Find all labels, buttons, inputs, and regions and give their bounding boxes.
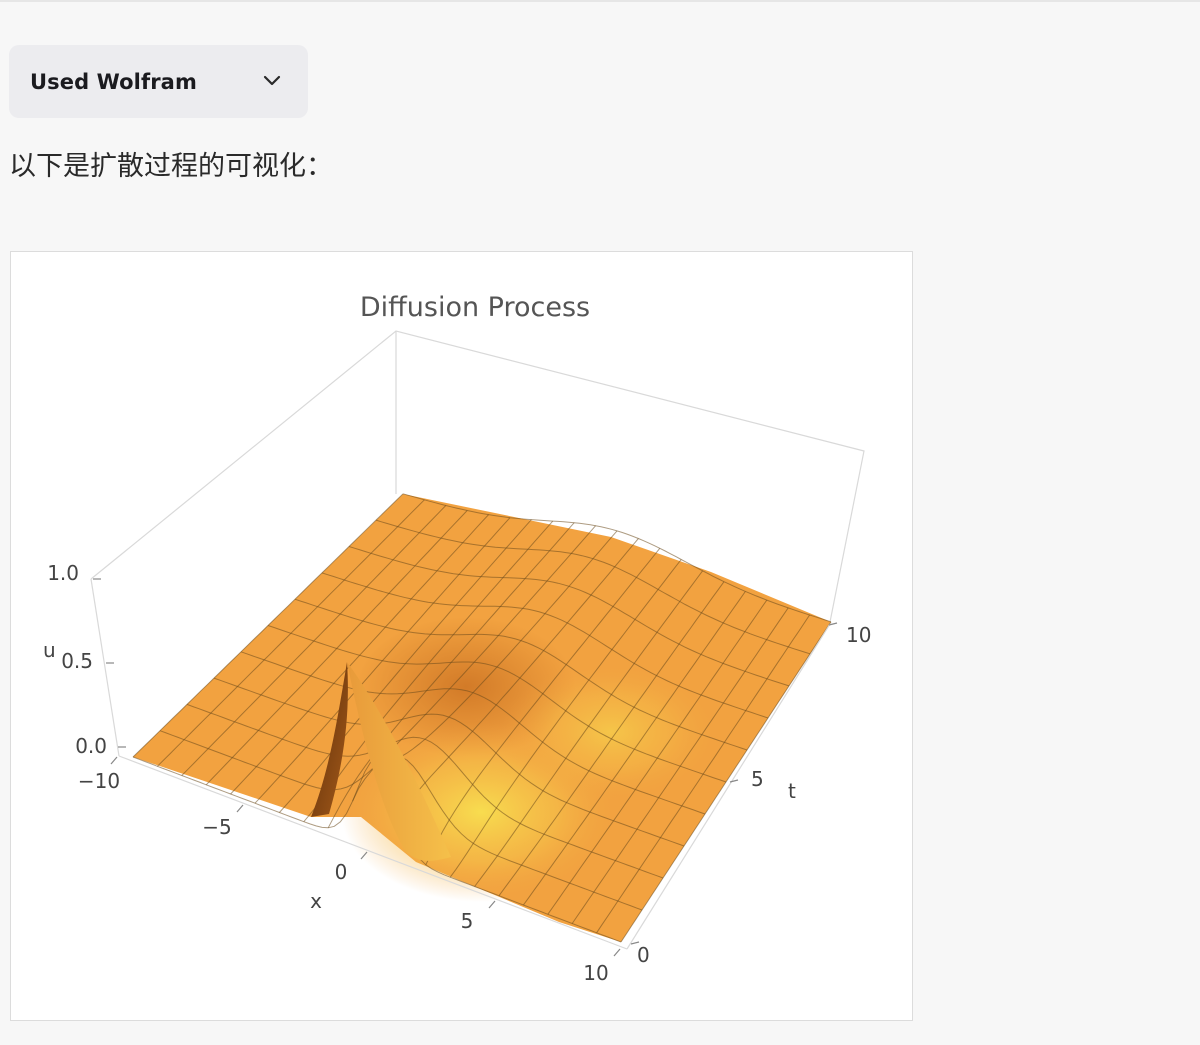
diffusion-plot: Diffusion Process 1.0 0.5 0.0 u −10 −5 0… [10,251,913,1021]
chevron-down-icon [263,75,281,86]
plot-title: Diffusion Process [360,292,590,323]
tool-call-toggle[interactable]: Used Wolfram [9,45,308,118]
z-tick-0-5: 0.5 [61,649,93,673]
t-tick-10: 10 [846,623,871,647]
t-tick-0: 0 [637,943,650,967]
x-tick-neg10: −10 [78,769,120,793]
x-tick-5: 5 [461,909,474,933]
x-axis-label: x [310,889,322,913]
x-tick-10: 10 [583,961,608,985]
z-tick-1: 1.0 [47,561,79,585]
top-divider [0,0,1200,2]
x-tick-0: 0 [335,860,348,884]
z-axis-label: u [43,638,56,662]
t-tick-5: 5 [751,767,764,791]
surface-highlight-2 [501,662,721,802]
t-axis-label: t [788,779,796,803]
z-tick-0: 0.0 [75,734,107,758]
x-tick-neg5: −5 [202,815,231,839]
tool-call-label: Used Wolfram [30,69,197,94]
assistant-message-text: 以下是扩散过程的可视化： [9,151,333,182]
plot-svg: Diffusion Process 1.0 0.5 0.0 u −10 −5 0… [43,292,871,985]
